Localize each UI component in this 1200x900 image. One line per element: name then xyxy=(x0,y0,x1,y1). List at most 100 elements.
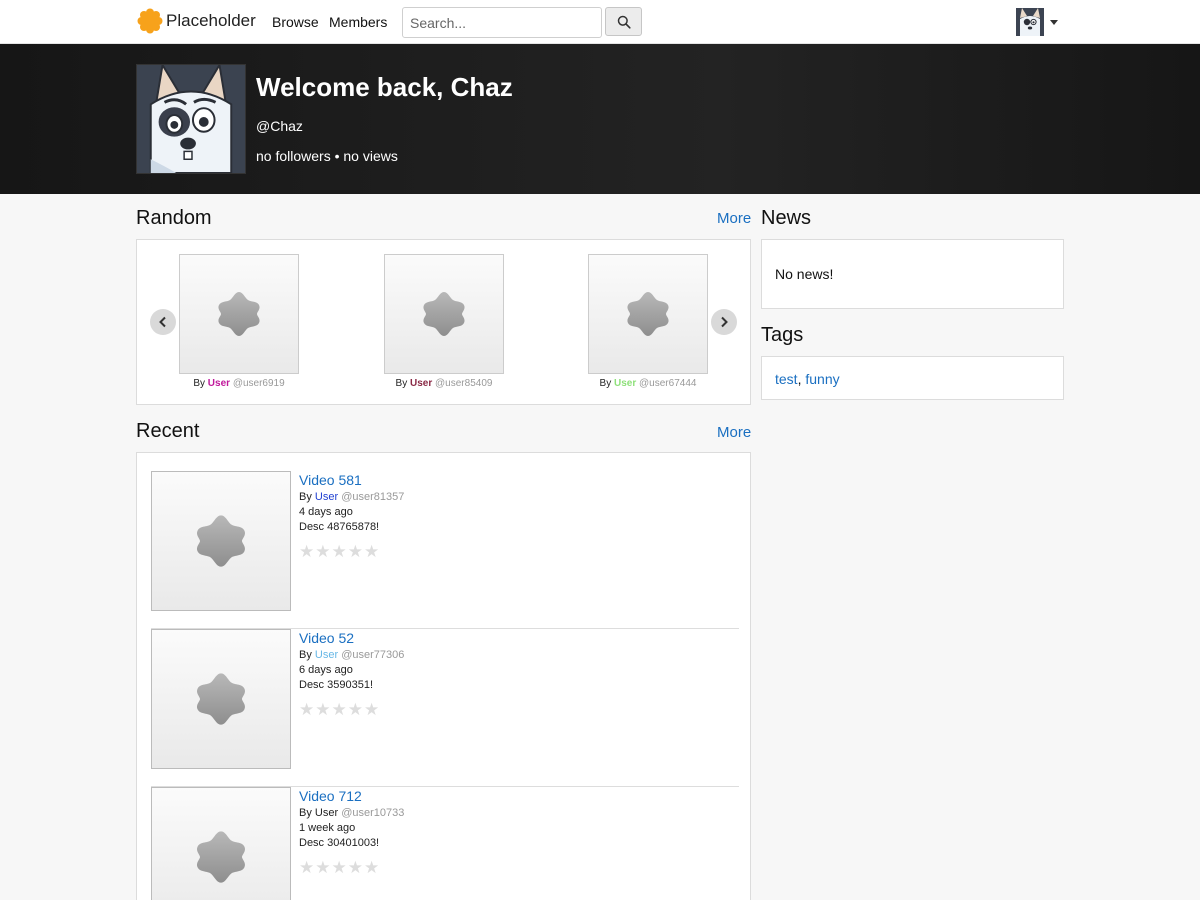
star-icon: ★ xyxy=(315,858,331,877)
placeholder-thumbnail-icon xyxy=(197,673,245,725)
top-navbar: Placeholder Browse Members xyxy=(0,0,1200,44)
brand-logo-icon xyxy=(137,8,163,34)
star-icon: ★ xyxy=(299,700,315,719)
random-carousel: By User @user6919 By User @user85409 By … xyxy=(136,239,751,405)
uploader-handle: @user10733 xyxy=(341,807,405,819)
uploader-name-link[interactable]: User xyxy=(410,378,432,389)
user-menu-toggle[interactable] xyxy=(1016,7,1060,37)
profile-avatar xyxy=(136,64,246,174)
by-label: By xyxy=(599,378,612,389)
video-description: Desc 30401003! xyxy=(299,837,380,849)
carousel-item: By User @user67444 xyxy=(583,254,713,389)
tags-section-title: Tags xyxy=(761,324,804,346)
video-title-link[interactable]: Video 712 xyxy=(299,788,404,804)
list-item: Video 52 By User @user77306 6 days ago D… xyxy=(151,629,739,787)
carousel-byline: By User @user67444 xyxy=(583,378,713,389)
star-icon: ★ xyxy=(315,542,331,561)
list-item: Video 581 By User @user81357 4 days ago … xyxy=(151,471,739,629)
placeholder-thumbnail-icon xyxy=(218,292,260,336)
by-label: By xyxy=(299,807,312,819)
uploader-name-link[interactable]: User xyxy=(614,378,636,389)
uploader-handle: @user85409 xyxy=(435,378,493,389)
tag-link-funny[interactable]: funny xyxy=(805,371,839,387)
welcome-banner: Welcome back, Chaz @Chaz no followers • … xyxy=(0,44,1200,194)
news-panel: No news! xyxy=(761,239,1064,309)
recent-section-title: Recent xyxy=(136,420,200,442)
video-title-link[interactable]: Video 581 xyxy=(299,472,404,488)
video-thumbnail[interactable] xyxy=(179,254,299,374)
by-label: By xyxy=(299,491,312,503)
uploader-handle: @user77306 xyxy=(341,649,405,661)
carousel-item: By User @user6919 xyxy=(174,254,304,389)
star-icon: ★ xyxy=(364,700,380,719)
uploader-name-link[interactable]: User xyxy=(315,649,338,661)
video-description: Desc 3590351! xyxy=(299,679,373,691)
carousel-byline: By User @user85409 xyxy=(379,378,509,389)
by-label: By xyxy=(193,378,205,389)
uploader-handle: @user81357 xyxy=(341,491,405,503)
video-thumbnail[interactable] xyxy=(151,629,291,769)
star-rating: ★ ★ ★ ★ ★ xyxy=(299,543,404,560)
video-thumbnail[interactable] xyxy=(384,254,504,374)
video-title-link[interactable]: Video 52 xyxy=(299,630,404,646)
video-thumbnail[interactable] xyxy=(151,787,291,900)
video-description: Desc 48765878! xyxy=(299,521,380,533)
brand-logo-link[interactable]: Placeholder xyxy=(137,8,256,34)
video-byline: By User @user81357 xyxy=(299,491,404,503)
random-section-title: Random xyxy=(136,207,212,229)
star-icon: ★ xyxy=(299,542,315,561)
tag-link-test[interactable]: test xyxy=(775,371,798,387)
carousel-byline: By User @user6919 xyxy=(174,378,304,389)
star-icon: ★ xyxy=(331,542,347,561)
video-meta: Video 52 By User @user77306 6 days ago D… xyxy=(299,629,404,718)
carousel-item: By User @user85409 xyxy=(379,254,509,389)
video-byline: By User @user10733 xyxy=(299,807,404,819)
video-meta: Video 712 By User @user10733 1 week ago … xyxy=(299,787,404,876)
star-icon: ★ xyxy=(347,858,363,877)
tag-list: test, funny xyxy=(775,371,840,387)
video-thumbnail[interactable] xyxy=(588,254,708,374)
uploader-name-link[interactable]: User xyxy=(208,378,230,389)
user-handle: @Chaz xyxy=(256,118,303,134)
video-meta: Video 581 By User @user81357 4 days ago … xyxy=(299,471,404,560)
by-label: By xyxy=(395,378,408,389)
star-icon: ★ xyxy=(364,858,380,877)
star-icon: ★ xyxy=(331,700,347,719)
star-rating: ★ ★ ★ ★ ★ xyxy=(299,701,404,718)
star-icon: ★ xyxy=(364,542,380,561)
star-icon: ★ xyxy=(331,858,347,877)
by-label: By xyxy=(299,649,312,661)
recent-list: Video 581 By User @user81357 4 days ago … xyxy=(136,452,751,900)
star-rating: ★ ★ ★ ★ ★ xyxy=(299,859,404,876)
video-thumbnail[interactable] xyxy=(151,471,291,611)
placeholder-thumbnail-icon xyxy=(197,831,245,883)
nav-link-members[interactable]: Members xyxy=(329,14,387,30)
recent-more-link[interactable]: More xyxy=(717,424,751,441)
video-upload-time: 1 week ago xyxy=(299,822,356,834)
nav-link-browse[interactable]: Browse xyxy=(272,14,319,30)
video-upload-time: 6 days ago xyxy=(299,664,353,676)
user-avatar xyxy=(1016,8,1044,36)
caret-down-icon xyxy=(1050,19,1058,25)
search-input[interactable] xyxy=(402,7,602,38)
news-section-title: News xyxy=(761,207,812,229)
video-byline: By User @user77306 xyxy=(299,649,404,661)
brand-name: Placeholder xyxy=(166,11,256,30)
search-icon xyxy=(617,15,631,29)
carousel-prev-button[interactable] xyxy=(150,309,176,335)
news-empty-message: No news! xyxy=(775,266,834,282)
placeholder-thumbnail-icon xyxy=(423,292,465,336)
uploader-name-link[interactable]: User xyxy=(315,491,338,503)
user-stats: no followers • no views xyxy=(256,148,398,164)
chevron-right-icon xyxy=(721,316,728,328)
uploader-name-link[interactable]: User xyxy=(315,807,338,819)
carousel-next-button[interactable] xyxy=(711,309,737,335)
star-icon: ★ xyxy=(347,700,363,719)
star-icon: ★ xyxy=(315,700,331,719)
uploader-handle: @user6919 xyxy=(232,378,285,389)
video-upload-time: 4 days ago xyxy=(299,506,353,518)
placeholder-thumbnail-icon xyxy=(197,515,245,567)
search-button[interactable] xyxy=(605,7,642,36)
chevron-left-icon xyxy=(159,316,166,328)
random-more-link[interactable]: More xyxy=(717,210,751,227)
